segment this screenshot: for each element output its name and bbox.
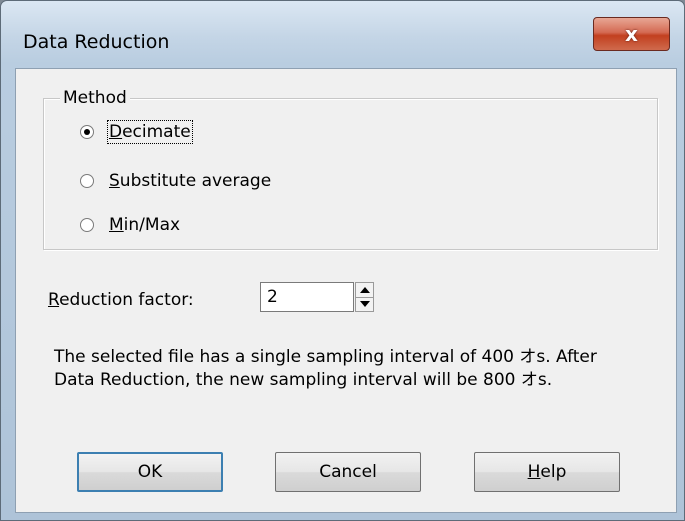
- spin-down-button[interactable]: [356, 297, 373, 311]
- dialog-client-area: Method Decimate Substitute average Min/M…: [15, 68, 677, 513]
- reduction-factor-input[interactable]: [260, 282, 354, 312]
- radio-decimate[interactable]: Decimate: [80, 120, 193, 144]
- dialog-window: Data Reduction x Method Decimate Substit…: [0, 0, 685, 521]
- radio-label-substitute-average[interactable]: Substitute average: [109, 171, 271, 191]
- help-button[interactable]: Help: [474, 452, 620, 492]
- arrow-down-icon: [359, 301, 370, 307]
- window-title: Data Reduction: [23, 31, 170, 53]
- radio-label-min-max[interactable]: Min/Max: [109, 215, 180, 235]
- reduction-factor-spinner[interactable]: [355, 282, 374, 312]
- info-line-1: The selected file has a single sampling …: [54, 347, 597, 367]
- radio-substitute-average[interactable]: Substitute average: [80, 171, 271, 191]
- spin-up-button[interactable]: [356, 283, 373, 298]
- ok-button[interactable]: OK: [77, 452, 223, 492]
- radio-label-decimate[interactable]: Decimate: [107, 120, 193, 144]
- info-text: The selected file has a single sampling …: [54, 346, 664, 392]
- method-group-label: Method: [60, 88, 130, 108]
- radio-button-substitute-average[interactable]: [80, 174, 94, 188]
- reduction-factor-label: Reduction factor:: [48, 290, 194, 310]
- arrow-up-icon: [359, 287, 370, 293]
- cancel-button[interactable]: Cancel: [275, 452, 421, 492]
- close-icon: x: [625, 22, 638, 46]
- radio-button-min-max[interactable]: [80, 218, 94, 232]
- close-button[interactable]: x: [593, 17, 670, 51]
- radio-button-decimate[interactable]: [80, 125, 94, 139]
- info-line-2: Data Reduction, the new sampling interva…: [54, 370, 553, 390]
- radio-min-max[interactable]: Min/Max: [80, 215, 180, 235]
